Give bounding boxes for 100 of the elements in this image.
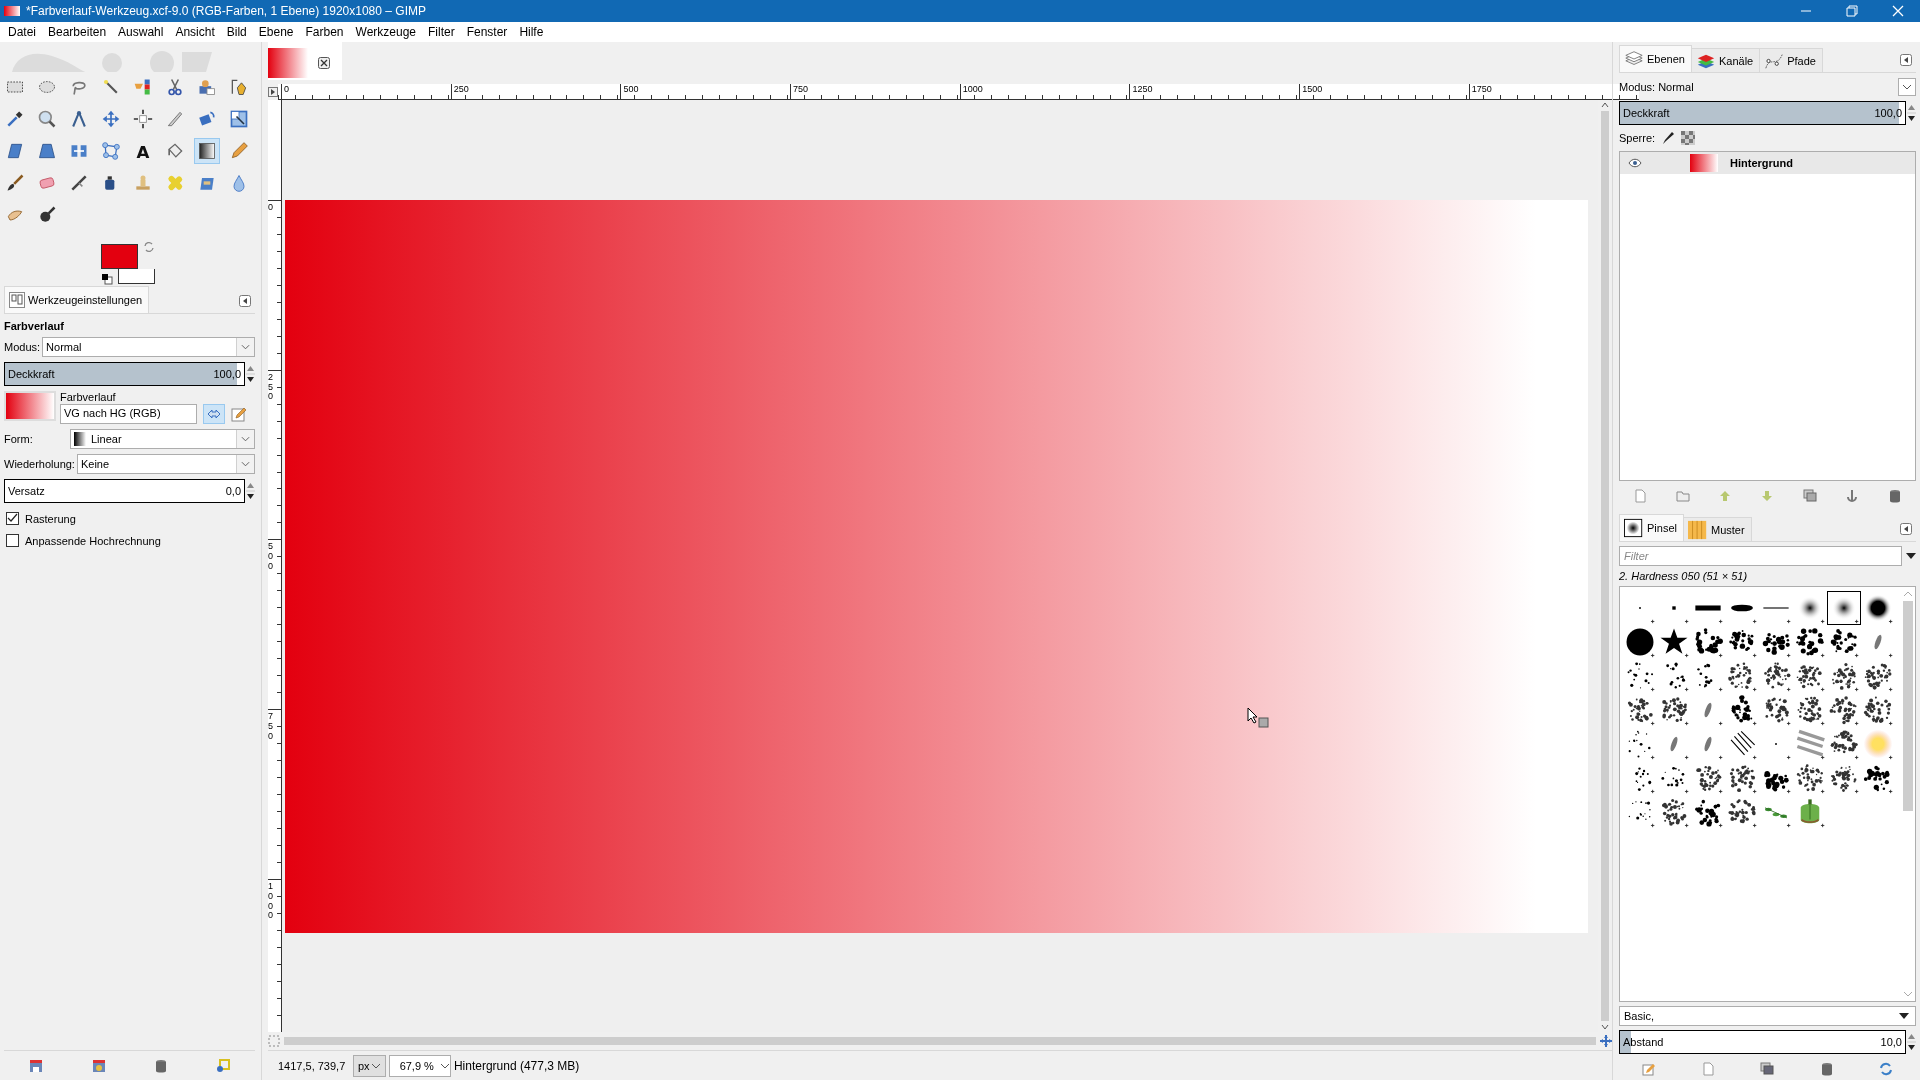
text-tool-icon[interactable]: A: [130, 138, 156, 164]
menu-item[interactable]: Hilfe: [513, 25, 550, 39]
check-icon: [7, 513, 18, 524]
ruler-label: 1250: [1129, 84, 1300, 99]
window-title: *Farbverlauf-Werkzeug.xcf-9.0 (RGB-Farben, 1 Ebene) 1920x1080 – GIMP: [26, 4, 426, 18]
field-label: Farbverlauf: [60, 391, 117, 403]
gradient-name-field[interactable]: VG nach HG (RGB): [60, 404, 197, 424]
opacity-slider[interactable]: Deckkraft 100,0: [4, 362, 245, 386]
ruler-label: 500: [620, 84, 791, 99]
anchor-icon[interactable]: [1845, 489, 1860, 503]
restore-icon[interactable]: [91, 1058, 106, 1073]
menu-item[interactable]: Datei: [2, 25, 42, 39]
horizontal-scrollbar[interactable]: [284, 1037, 1596, 1045]
collapse-icon[interactable]: [239, 295, 251, 307]
pointer-coordinates: 1417,5, 739,7: [277, 1059, 347, 1072]
zoom-dropdown[interactable]: 67,9 %: [388, 1054, 451, 1077]
tool-options-icon: [9, 292, 25, 308]
brush-swatch[interactable]: [1827, 591, 1861, 625]
brush-swatch[interactable]: [1827, 693, 1861, 727]
mode-dropdown[interactable]: Normal: [42, 337, 255, 357]
field-label: Modus:: [4, 341, 41, 353]
menu-item[interactable]: Werkzeuge: [349, 25, 422, 39]
delete-icon[interactable]: [155, 1058, 168, 1073]
duplicate-icon[interactable]: [1760, 1062, 1775, 1076]
image-thumbnail[interactable]: [268, 47, 308, 78]
foreground-color-swatch[interactable]: [101, 244, 138, 269]
mouse-cursor-icon: [1247, 707, 1269, 729]
filter-field[interactable]: Filter: [1619, 546, 1902, 566]
spacing-slider[interactable]: Abstand 10,0: [1619, 1030, 1906, 1054]
ruler-label: 0: [281, 84, 451, 99]
dropdown-arrow-icon[interactable]: [1899, 1012, 1909, 1020]
dock-tab[interactable]: Werkzeugeinstellungen: [4, 286, 150, 313]
dock-tab[interactable]: Pfade: [1759, 48, 1823, 72]
repeat-dropdown[interactable]: Keine: [76, 454, 255, 474]
layer-row[interactable]: Hintergrund: [1620, 152, 1915, 174]
menu-item[interactable]: Bearbeiten: [42, 25, 113, 39]
save-icon[interactable]: [28, 1058, 43, 1073]
menu-item[interactable]: Auswahl: [112, 25, 170, 39]
shape-dropdown[interactable]: Linear: [70, 429, 255, 449]
menu-item[interactable]: Ebene: [252, 25, 300, 39]
unit-dropdown[interactable]: px: [353, 1054, 386, 1077]
eye-icon[interactable]: [1628, 158, 1642, 168]
dock-tab[interactable]: Kanäle: [1690, 48, 1761, 72]
gradient-icon[interactable]: [194, 138, 220, 164]
ruler-label: 250: [450, 84, 621, 99]
menu-item[interactable]: Fenster: [460, 25, 514, 39]
ruler-label: 250: [268, 369, 277, 540]
section-heading: Farbverlauf: [4, 320, 65, 332]
menu-item[interactable]: Filter: [422, 25, 461, 39]
duplicate-icon[interactable]: [1802, 489, 1817, 503]
brush-swatch[interactable]: [1861, 727, 1895, 761]
scroll-up-icon[interactable]: [1601, 102, 1609, 108]
refresh-icon[interactable]: [1879, 1062, 1894, 1076]
navigate-icon[interactable]: [1600, 1035, 1612, 1047]
dock-tab[interactable]: Pinsel: [1619, 514, 1684, 541]
mode-label: Modus: Normal: [1619, 81, 1694, 93]
ruler-label: 750: [790, 84, 960, 99]
menu-item[interactable]: Bild: [220, 25, 253, 39]
reverse-button[interactable]: [203, 404, 225, 424]
ruler-label: 0: [268, 200, 277, 370]
swap-colors-icon[interactable]: [143, 241, 155, 253]
restore-icon[interactable]: [1846, 5, 1858, 17]
reset-icon[interactable]: [216, 1058, 231, 1073]
ruler-label: 750: [268, 709, 277, 879]
checkbox[interactable]: [6, 534, 19, 547]
delete-icon[interactable]: [1819, 1062, 1834, 1076]
status-message: Hintergrund (477,3 MB): [453, 1058, 580, 1073]
reset-colors-icon[interactable]: [101, 273, 113, 285]
field-label: Sperre:: [1619, 132, 1656, 144]
checkbox-label: Anpassende Hochrechnung: [25, 534, 161, 547]
layer-thumbnail: [1690, 154, 1718, 172]
brush-icon: [1624, 518, 1644, 538]
edit-icon[interactable]: [231, 406, 247, 422]
vertical-scrollbar[interactable]: [1598, 100, 1612, 1032]
checkbox[interactable]: [6, 512, 19, 525]
tag-field[interactable]: Basic,: [1619, 1006, 1916, 1026]
brush-name: 2. Hardness 050 (51 × 51): [1619, 570, 1749, 582]
collapse-icon[interactable]: [1900, 54, 1912, 66]
opacity-slider[interactable]: Deckkraft 100,0: [1619, 101, 1906, 125]
close-icon[interactable]: [318, 56, 330, 69]
gradient-preview[interactable]: [4, 391, 56, 421]
menu-item[interactable]: Ansicht: [169, 25, 221, 39]
background-color-swatch[interactable]: [118, 269, 155, 284]
delete-icon[interactable]: [1887, 489, 1902, 503]
chevron-down-icon[interactable]: [1898, 78, 1916, 96]
dock-tab[interactable]: Muster: [1682, 517, 1752, 541]
pattern-icon: [1687, 519, 1708, 540]
dock-tab[interactable]: Ebenen: [1619, 45, 1692, 72]
dropdown-arrow-icon[interactable]: [1906, 552, 1916, 560]
menu-item[interactable]: Farben: [299, 25, 350, 39]
scroll-down-icon[interactable]: [1601, 1024, 1609, 1030]
menu-arrow-icon[interactable]: [268, 87, 278, 97]
lock-pixels-icon[interactable]: [1661, 131, 1676, 145]
app-icon: [4, 6, 20, 16]
collapse-icon[interactable]: [1900, 523, 1912, 535]
brush-swatch[interactable]: [1793, 625, 1827, 659]
double-arrow-icon: [207, 409, 221, 419]
ruler-label: 500: [268, 539, 277, 710]
vertical-scrollbar[interactable]: [1903, 601, 1913, 811]
lock-alpha-icon[interactable]: [1681, 131, 1696, 145]
